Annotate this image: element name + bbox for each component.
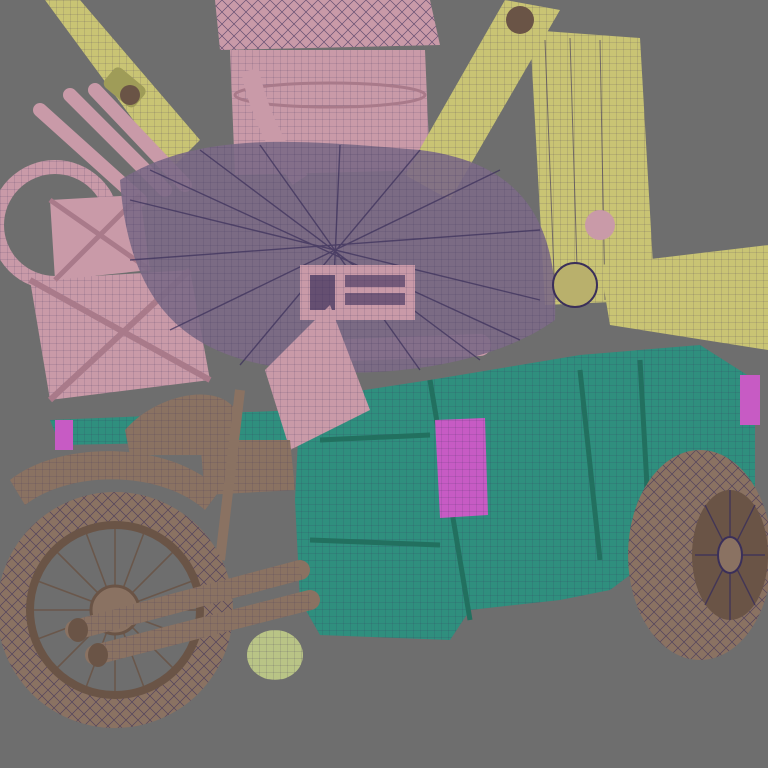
lime-weight[interactable] <box>247 630 303 680</box>
front-wheel[interactable] <box>628 450 768 660</box>
wireframe-scene <box>0 0 768 768</box>
3d-viewport[interactable] <box>0 0 768 768</box>
top-tire[interactable] <box>215 0 440 50</box>
control-panel[interactable] <box>300 265 415 320</box>
